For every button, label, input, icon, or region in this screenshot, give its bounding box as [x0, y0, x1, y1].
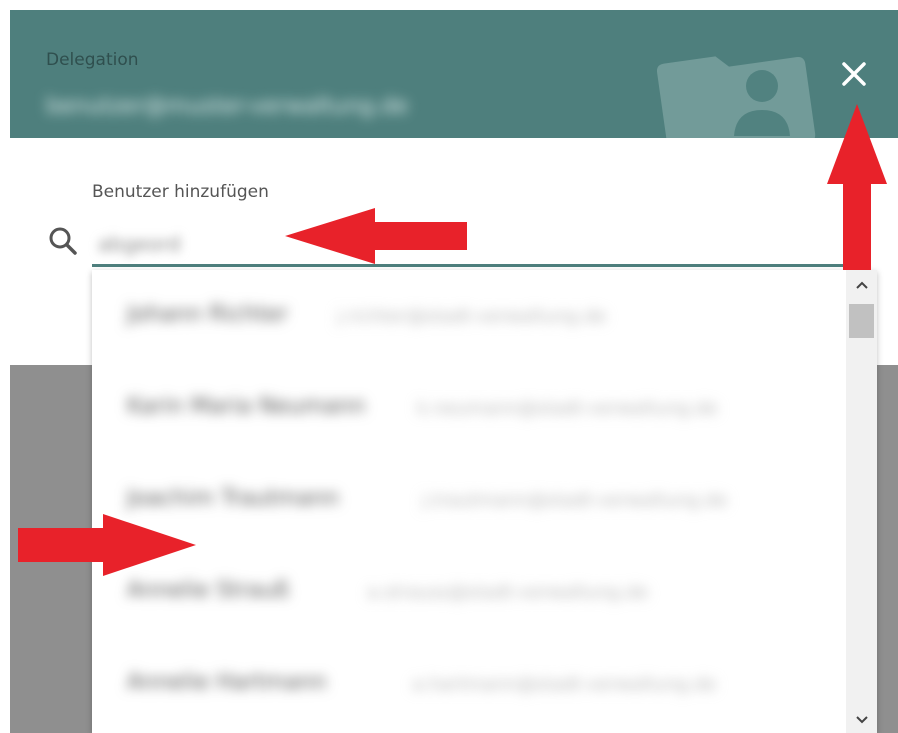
option-email: j.trautmann@stadt-verwaltung.de: [422, 490, 728, 511]
dialog-subtitle: benutzer@muster-verwaltung.de: [46, 94, 409, 119]
scroll-thumb[interactable]: [849, 304, 874, 338]
option-email: k.neumann@stadt-verwaltung.de: [417, 398, 718, 419]
close-icon: [842, 62, 866, 86]
red-arrow-annotation: [18, 514, 196, 576]
option-name: Karin Maria Neumann: [127, 394, 366, 419]
option-email: j.richter@stadt-verwaltung.de: [337, 306, 607, 327]
chevron-down-icon: [855, 716, 868, 724]
option-name: Annelie Hartmann: [127, 670, 327, 695]
search-icon: [49, 227, 77, 255]
dialog-header: Delegation benutzer@muster-verwaltung.de: [10, 10, 898, 138]
add-user-input[interactable]: [92, 224, 851, 266]
red-arrow-annotation: [285, 208, 467, 264]
red-arrow-annotation: [827, 104, 887, 270]
folder-user-icon: [656, 56, 816, 138]
list-item[interactable]: Johann Richter j.richter@stadt-verwaltun…: [92, 270, 847, 360]
list-item[interactable]: Annelie Hartmann a.hartmann@stadt-verwal…: [92, 638, 847, 728]
option-name: Johann Richter: [127, 302, 288, 327]
add-user-label: Benutzer hinzufügen: [92, 182, 269, 202]
scroll-up-button[interactable]: [846, 272, 877, 298]
option-email: a.strauss@stadt-verwaltung.de: [367, 582, 649, 603]
list-item[interactable]: Annelie Strauß a.strauss@stadt-verwaltun…: [92, 546, 847, 636]
close-button[interactable]: [832, 52, 876, 96]
scroll-down-button[interactable]: [846, 707, 877, 733]
list-item[interactable]: Joachim Trautmann j.trautmann@stadt-verw…: [92, 454, 847, 544]
option-email: a.hartmann@stadt-verwaltung.de: [412, 674, 717, 695]
dialog-title: Delegation: [46, 50, 139, 70]
list-item[interactable]: Karin Maria Neumann k.neumann@stadt-verw…: [92, 362, 847, 452]
option-name: Annelie Strauß: [127, 578, 290, 603]
list-scrollbar[interactable]: [846, 270, 877, 733]
option-name: Joachim Trautmann: [127, 486, 340, 511]
user-suggestion-list: Johann Richter j.richter@stadt-verwaltun…: [92, 270, 877, 733]
chevron-up-icon: [855, 281, 868, 289]
